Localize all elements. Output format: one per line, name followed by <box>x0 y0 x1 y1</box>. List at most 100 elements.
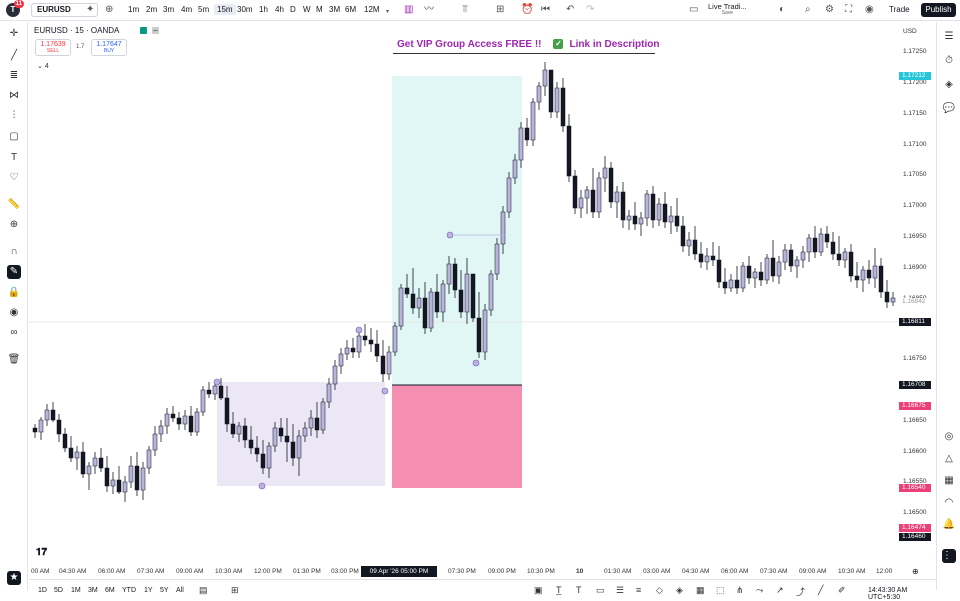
image-icon[interactable]: ▣ <box>534 585 543 596</box>
line-tool-icon[interactable]: ╱ <box>818 585 823 596</box>
layout-name-button[interactable]: Live Tradi... Save <box>708 3 747 17</box>
interval-1m[interactable]: 1m <box>128 5 139 14</box>
currency-label[interactable]: USD <box>903 28 917 35</box>
stop-zone[interactable] <box>392 385 522 488</box>
interval-4m[interactable]: 4m <box>181 5 192 14</box>
indicator-count[interactable]: ⌄ 4 <box>37 62 49 70</box>
range-5d[interactable]: 5D <box>54 587 63 594</box>
shapes-icon[interactable]: ▢ <box>7 130 21 144</box>
replay-icon[interactable]: ⏮ <box>541 4 550 16</box>
trash-icon[interactable]: 🗑 <box>7 353 21 367</box>
ruler-icon[interactable]: 📏 <box>7 198 21 212</box>
interval-3m[interactable]: 3m <box>163 5 174 14</box>
interval-3mo[interactable]: 3M <box>329 5 340 14</box>
range-1m[interactable]: 1M <box>71 587 81 594</box>
add-symbol-icon[interactable]: ⊕ <box>105 4 113 16</box>
pencil-icon[interactable]: ✎ <box>7 265 21 279</box>
theme-icon[interactable]: ◐ <box>779 4 785 16</box>
range-5y[interactable]: 5Y <box>160 587 169 594</box>
drawing-handle[interactable] <box>213 378 221 386</box>
search-icon[interactable]: ⌕ <box>805 4 811 16</box>
pulse-icon[interactable]: ◠ <box>942 496 956 510</box>
drawing-handle[interactable] <box>381 387 389 395</box>
interval-2m[interactable]: 2m <box>146 5 157 14</box>
interval-5m[interactable]: 5m <box>198 5 209 14</box>
legend-visibility-icon[interactable] <box>140 27 147 34</box>
goto-realtime-icon[interactable]: ⊕ <box>912 567 919 576</box>
text-icon[interactable]: T <box>7 151 21 165</box>
drawing-handle[interactable] <box>472 359 480 367</box>
interval-m[interactable]: M <box>316 5 323 14</box>
projection-icon[interactable]: ⫶ <box>7 109 21 123</box>
camera-icon[interactable]: ◉ <box>865 4 874 16</box>
watchlist-icon[interactable]: ☰ <box>942 30 956 44</box>
interval-6mo[interactable]: 6M <box>345 5 356 14</box>
rect-select-icon[interactable]: ⬚ <box>716 585 725 596</box>
bookmark-star-icon[interactable]: ★ <box>7 571 21 585</box>
undo-icon[interactable]: ↶ <box>566 4 574 16</box>
diamond-icon[interactable]: ◈ <box>676 585 683 596</box>
fullscreen-icon[interactable]: ⛶ <box>845 4 852 16</box>
drawing-handle[interactable] <box>355 326 363 334</box>
compare-icon[interactable]: ⊞ <box>231 585 239 596</box>
indicators-icon[interactable]: ⫪ <box>462 4 468 16</box>
layout-icon[interactable]: ▭ <box>689 4 698 16</box>
range-zone[interactable] <box>217 382 385 486</box>
pen-tool-icon[interactable]: ✐ <box>838 585 846 596</box>
user-avatar[interactable]: T 11 <box>6 0 24 17</box>
range-all[interactable]: All <box>176 587 184 594</box>
alert-icon[interactable]: ⏰ <box>521 4 533 16</box>
grid-icon[interactable]: ▦ <box>696 585 705 596</box>
chevron-down-icon[interactable]: ▾ <box>386 6 389 18</box>
calendar-icon[interactable]: ▦ <box>942 474 956 488</box>
magnet-icon[interactable]: ∩ <box>7 245 21 259</box>
layout-grid-icon[interactable]: ⊞ <box>496 4 504 16</box>
redo-icon[interactable]: ↷ <box>586 4 594 16</box>
ellipse-icon[interactable]: ◇ <box>656 585 663 596</box>
sell-button[interactable]: 1.17639 SELL <box>35 39 71 56</box>
link-icon[interactable]: ∞ <box>7 326 21 340</box>
drawing-handle[interactable] <box>258 482 266 490</box>
pattern-icon[interactable]: ⋈ <box>7 89 21 103</box>
interval-d[interactable]: D <box>290 5 296 14</box>
alerts-clock-icon[interactable]: ⏱ <box>942 54 956 68</box>
legend-collapse-icon[interactable]: – <box>152 27 159 34</box>
price-scale[interactable]: USD 1.17250 1.17200 1.17150 1.17100 1.17… <box>899 22 936 570</box>
eye-icon[interactable]: ◉ <box>7 306 21 320</box>
date-range-icon[interactable]: ▤ <box>199 585 208 596</box>
range-3m[interactable]: 3M <box>88 587 98 594</box>
star-icon[interactable]: ✦ <box>86 4 94 16</box>
favorites-icon[interactable]: ♡ <box>7 171 21 185</box>
fib-icon[interactable]: ≣ <box>7 69 21 83</box>
arrow-icon[interactable]: ↗ <box>776 585 784 596</box>
range-ytd[interactable]: YTD <box>122 587 136 594</box>
crosshair-icon[interactable]: ✛ <box>7 27 21 41</box>
line-chart-icon[interactable]: 〰 <box>424 4 434 16</box>
target-icon[interactable]: ◎ <box>942 430 956 444</box>
chart-legend-title[interactable]: EURUSD · 15 · OANDA <box>34 26 119 35</box>
channel-icon[interactable]: ≡ <box>636 585 641 595</box>
note-icon[interactable]: ▭ <box>596 585 605 596</box>
lock-icon[interactable]: 🔒 <box>7 286 21 300</box>
chat-icon[interactable]: 💬 <box>942 102 956 116</box>
pitchfork-icon[interactable]: ⋔ <box>736 585 744 596</box>
zoom-icon[interactable]: ⊕ <box>7 218 21 232</box>
warning-icon[interactable]: △ <box>942 452 956 466</box>
fib-bottom-icon[interactable]: ☰ <box>616 585 624 596</box>
interval-w[interactable]: W <box>303 5 311 14</box>
range-6m[interactable]: 6M <box>105 587 115 594</box>
interval-12mo[interactable]: 12M <box>364 5 380 14</box>
trade-button[interactable]: Trade <box>889 5 910 14</box>
buy-button[interactable]: 1.17647 BUY <box>91 39 127 56</box>
interval-30m[interactable]: 30m <box>237 5 253 14</box>
apps-grid-icon[interactable]: ⋮⋮ <box>942 549 960 563</box>
price-chart[interactable] <box>29 22 899 564</box>
publish-button[interactable]: Publish <box>921 3 956 17</box>
brush-icon[interactable]: ⤴ <box>796 585 805 598</box>
interval-4h[interactable]: 4h <box>275 5 284 14</box>
range-1d[interactable]: 1D <box>38 587 47 594</box>
interval-15m[interactable]: 15m <box>214 4 236 15</box>
candle-type-icon[interactable]: ▥ <box>404 4 413 16</box>
layers-icon[interactable]: ◈ <box>942 78 956 92</box>
range-1y[interactable]: 1Y <box>144 587 153 594</box>
